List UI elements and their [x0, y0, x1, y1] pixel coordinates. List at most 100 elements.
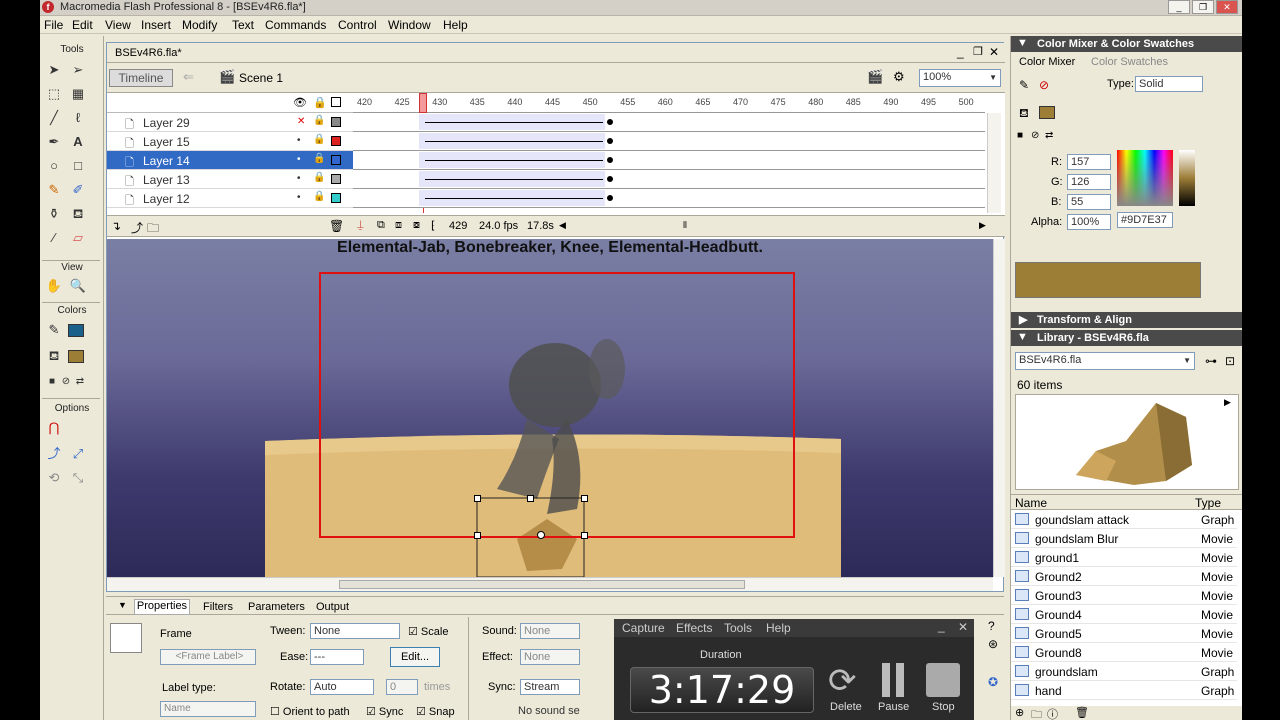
- library-item[interactable]: ground1 Movie: [1011, 548, 1237, 567]
- visibility-toggle[interactable]: •: [297, 135, 301, 146]
- menu-view[interactable]: View: [105, 18, 131, 32]
- delete-layer-icon[interactable]: 🗑: [329, 219, 344, 233]
- frame-row[interactable]: [353, 170, 985, 189]
- doc-restore-icon[interactable]: ❐: [973, 45, 983, 58]
- alpha-input[interactable]: 100%: [1067, 214, 1111, 230]
- menu-window[interactable]: Window: [388, 18, 431, 32]
- options-icon[interactable]: ⊛: [988, 637, 998, 651]
- edit-ease-button[interactable]: Edit...: [390, 647, 440, 667]
- keyframe[interactable]: [607, 176, 613, 182]
- hscroll-thumb[interactable]: [339, 580, 745, 589]
- zoom-select[interactable]: 100% ▼: [919, 69, 1001, 87]
- keyframe[interactable]: [607, 195, 613, 201]
- insert-folder-icon[interactable]: 🗀: [147, 219, 159, 240]
- pause-icon-bar[interactable]: [896, 663, 904, 697]
- rotate-times-input[interactable]: 0: [386, 679, 418, 695]
- library-item[interactable]: goundslam Blur Movie: [1011, 529, 1237, 548]
- accessibility-icon[interactable]: ✪: [988, 675, 998, 689]
- color-spectrum[interactable]: [1117, 150, 1173, 206]
- lock-toggle[interactable]: 🔒: [313, 153, 325, 164]
- library-item[interactable]: hand Graph: [1011, 681, 1237, 700]
- playhead[interactable]: [419, 93, 427, 113]
- brush-tool-icon[interactable]: ✐: [68, 180, 88, 200]
- type-select[interactable]: Solid: [1135, 76, 1203, 92]
- layer-row[interactable]: 🗋 Layer 29 ✕ 🔒: [107, 113, 353, 132]
- paint-bucket-icon[interactable]: ⛾: [68, 204, 88, 224]
- transform-handle[interactable]: [581, 495, 588, 502]
- keyframe[interactable]: [607, 119, 613, 125]
- ink-bottle-icon[interactable]: ⚱: [44, 204, 64, 224]
- visibility-toggle[interactable]: •: [297, 192, 301, 203]
- keyframe[interactable]: [607, 138, 613, 144]
- frame-ruler[interactable]: 420 425 430 435 440 445 450 455 460 465 470 475 480 4…: [353, 93, 985, 113]
- tab-properties[interactable]: Properties: [134, 599, 190, 615]
- subselection-tool-icon[interactable]: ➢: [68, 60, 88, 80]
- menu-control[interactable]: Control: [338, 18, 377, 32]
- mixer-default-icon[interactable]: ■: [1017, 130, 1023, 141]
- delete-item-icon[interactable]: 🗑: [1075, 706, 1089, 719]
- capture-close-icon[interactable]: ✕: [958, 620, 968, 634]
- transform-align-header[interactable]: ▶ Transform & Align: [1011, 312, 1242, 328]
- edit-scene-icon[interactable]: 🎬: [867, 69, 883, 85]
- tab-parameters[interactable]: Parameters: [248, 601, 305, 613]
- document-tab[interactable]: BSEv4R6.fla*: [115, 47, 182, 59]
- eraser-icon[interactable]: ▱: [68, 228, 88, 248]
- smooth-icon[interactable]: ⤴: [44, 444, 64, 464]
- library-item[interactable]: Ground5 Movie: [1011, 624, 1237, 643]
- transform-handle[interactable]: [581, 532, 588, 539]
- registration-point[interactable]: [537, 531, 545, 539]
- fill-bucket-icon[interactable]: ⛾: [1019, 106, 1029, 122]
- onion-outline-icon[interactable]: ⧈: [395, 219, 402, 232]
- visibility-toggle[interactable]: •: [297, 173, 301, 184]
- back-arrow-icon[interactable]: ⇐: [183, 69, 194, 85]
- menu-text[interactable]: Text: [232, 18, 254, 32]
- menu-insert[interactable]: Insert: [141, 18, 171, 32]
- mixer-swap-icon[interactable]: ⇄: [1045, 130, 1053, 141]
- col-type[interactable]: Type: [1195, 496, 1221, 510]
- rotate-skew-icon[interactable]: ⟲: [44, 468, 64, 488]
- lock-icon[interactable]: 🔒: [313, 96, 327, 109]
- stroke-color-icon[interactable]: ✎: [44, 320, 64, 340]
- library-item[interactable]: goundslam attack Graph: [1011, 510, 1237, 529]
- menu-edit[interactable]: Edit: [72, 18, 93, 32]
- frame-row[interactable]: [353, 132, 985, 151]
- sync-checkbox[interactable]: ☑ Sync: [366, 705, 403, 718]
- preview-play-icon[interactable]: ▶: [1224, 397, 1231, 408]
- pen-tool-icon[interactable]: ✒: [44, 132, 64, 152]
- library-item[interactable]: Ground2 Movie: [1011, 567, 1237, 586]
- library-item[interactable]: groundslam Graph: [1011, 662, 1237, 681]
- color-mixer-header[interactable]: ▼ Color Mixer & Color Swatches: [1011, 36, 1242, 52]
- selection-tool-icon[interactable]: ➤: [44, 60, 64, 80]
- help-icon[interactable]: ?: [988, 619, 995, 633]
- edit-symbols-icon[interactable]: ⚙: [893, 69, 905, 85]
- eye-icon[interactable]: 👁: [293, 96, 307, 109]
- properties-icon[interactable]: ⓘ: [1047, 706, 1058, 720]
- transform-handle[interactable]: [474, 495, 481, 502]
- collapse-arrow-icon[interactable]: ▼: [118, 600, 127, 610]
- rotate-select[interactable]: Auto: [310, 679, 374, 695]
- capture-minimize-icon[interactable]: _: [938, 619, 945, 633]
- sync-sound-select[interactable]: Stream: [520, 679, 580, 695]
- layer-row[interactable]: 🗋 Layer 13 • 🔒: [107, 170, 353, 189]
- new-folder-icon[interactable]: 🗀: [1031, 706, 1042, 720]
- library-item[interactable]: Ground3 Movie: [1011, 586, 1237, 605]
- minimize-button[interactable]: _: [1168, 0, 1190, 14]
- outline-icon[interactable]: [331, 97, 341, 107]
- hex-input[interactable]: #9D7E37: [1117, 212, 1173, 228]
- stroke-none-icon[interactable]: ⊘: [1039, 78, 1049, 92]
- frame-row[interactable]: [353, 151, 985, 170]
- onion-skin-icon[interactable]: ⧉: [377, 219, 385, 232]
- library-item[interactable]: Ground4 Movie: [1011, 605, 1237, 624]
- tab-filters[interactable]: Filters: [203, 601, 233, 613]
- library-header[interactable]: ▼ Library - BSEv4R6.fla: [1011, 330, 1242, 346]
- capture-menu-help[interactable]: Help: [766, 621, 791, 635]
- doc-close-icon[interactable]: ✕: [989, 45, 999, 59]
- library-file-select[interactable]: BSEv4R6.fla ▼: [1015, 352, 1195, 370]
- frame-row[interactable]: [353, 189, 985, 208]
- edit-multiple-icon[interactable]: ⧇: [413, 219, 420, 232]
- tab-output[interactable]: Output: [316, 601, 349, 613]
- brightness-slider[interactable]: [1179, 150, 1195, 206]
- straighten-icon[interactable]: ⤢: [68, 444, 88, 464]
- timeline-toggle-button[interactable]: Timeline: [109, 69, 173, 87]
- fill-transform-icon[interactable]: ▦: [68, 84, 88, 104]
